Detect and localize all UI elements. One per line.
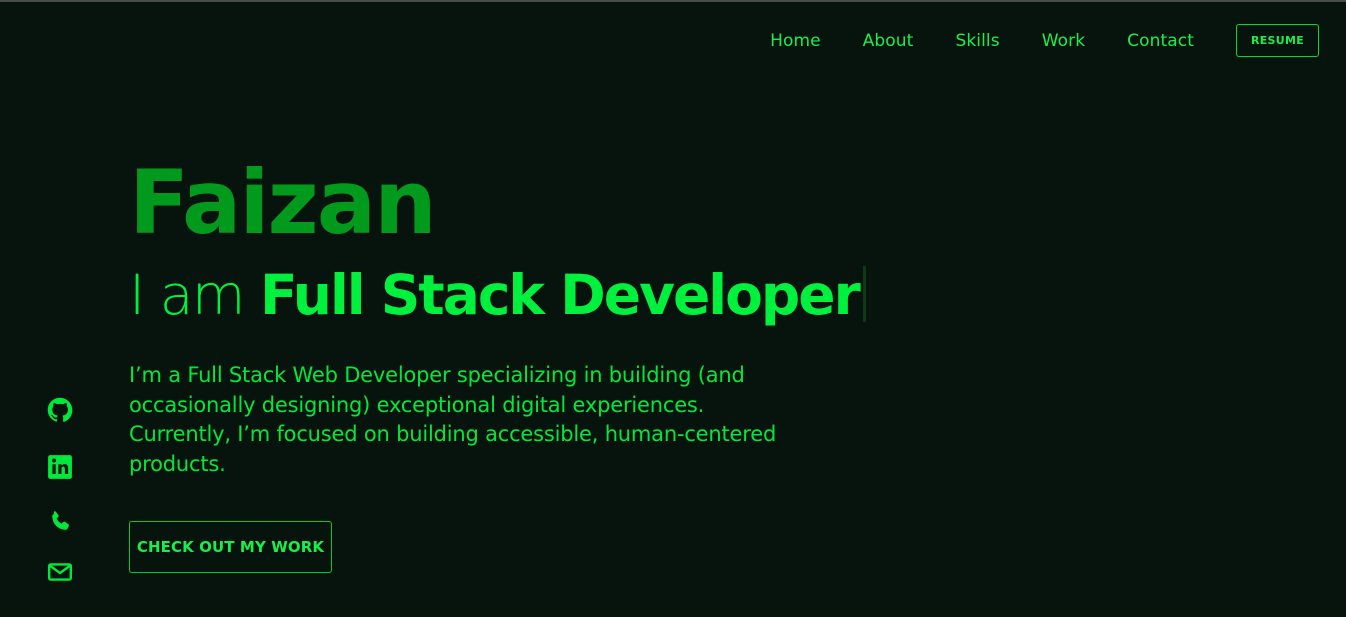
nav-about[interactable]: About — [863, 31, 914, 51]
hero-intro: I’m a Full Stack Web Developer specializ… — [129, 363, 777, 476]
top-nav: Home About Skills Work Contact RESUME — [770, 22, 1319, 59]
phone-icon[interactable] — [46, 508, 74, 536]
linkedin-icon[interactable] — [46, 453, 74, 481]
mail-icon[interactable] — [46, 558, 74, 586]
tagline-prefix: I am — [129, 263, 260, 327]
nav-skills[interactable]: Skills — [955, 31, 999, 51]
resume-button[interactable]: RESUME — [1236, 24, 1319, 57]
nav-contact[interactable]: Contact — [1127, 31, 1194, 51]
hero-tagline: I am Full Stack Developer — [129, 263, 866, 327]
hero-name: Faizan — [129, 151, 437, 254]
typing-cursor — [862, 266, 866, 322]
tagline-role: Full Stack Developer — [259, 263, 861, 327]
nav-home[interactable]: Home — [770, 31, 821, 51]
check-out-work-button[interactable]: CHECK OUT MY WORK — [129, 521, 332, 573]
github-icon[interactable] — [46, 396, 74, 424]
nav-work[interactable]: Work — [1042, 31, 1085, 51]
